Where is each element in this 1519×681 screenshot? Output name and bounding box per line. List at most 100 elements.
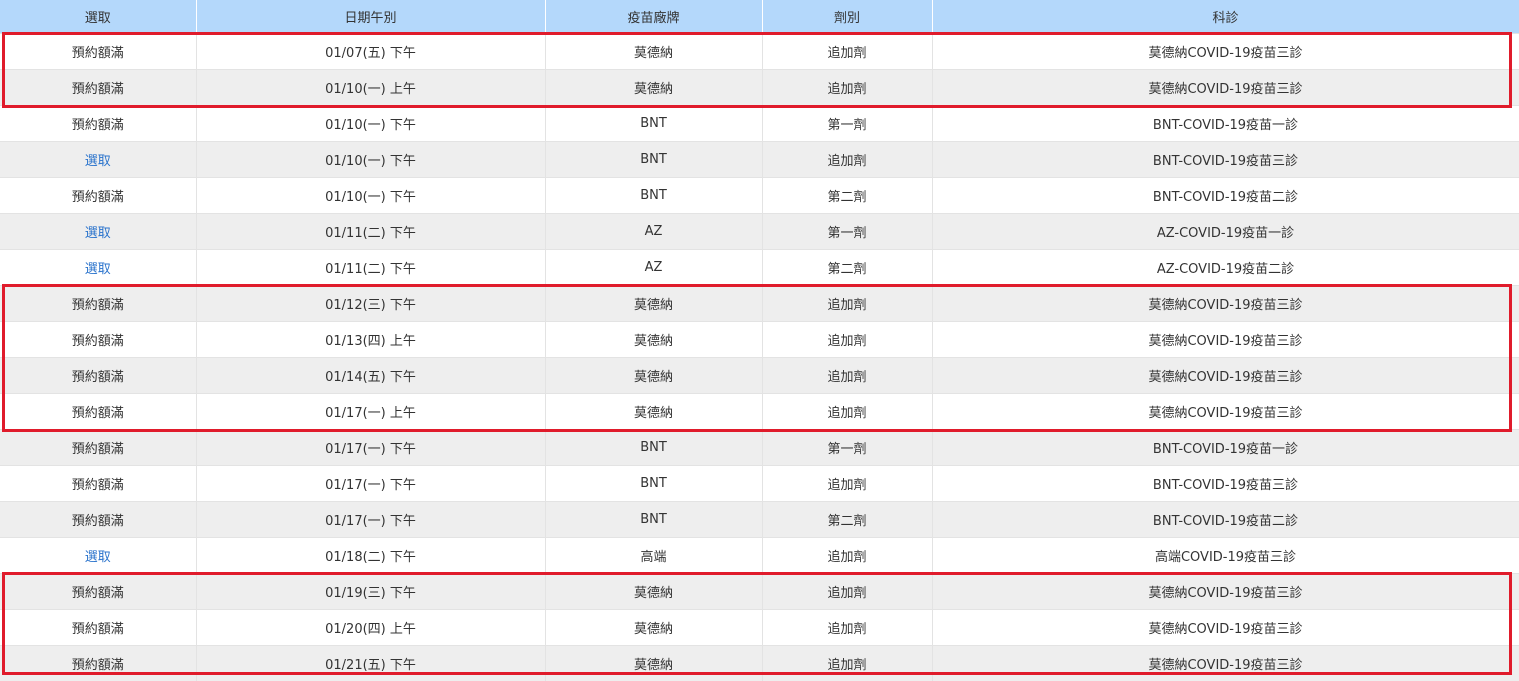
cell-date: 01/10(一) 下午 xyxy=(196,178,545,214)
table-row: 預約額滿01/07(五) 下午莫德納追加劑莫德納COVID-19疫苗三診 xyxy=(0,34,1519,70)
cell-dose: 追加劑 xyxy=(762,70,932,106)
cell-dose: 第一劑 xyxy=(762,214,932,250)
cell-select[interactable]: 選取 xyxy=(0,250,196,286)
cell-clinic: BNT-COVID-19疫苗一診 xyxy=(932,106,1519,142)
cell-select[interactable]: 選取 xyxy=(0,214,196,250)
table-body: 預約額滿01/07(五) 下午莫德納追加劑莫德納COVID-19疫苗三診預約額滿… xyxy=(0,34,1519,681)
cell-brand: 高端 xyxy=(545,538,762,574)
table-row: 選取01/11(二) 下午AZ第二劑AZ-COVID-19疫苗二診 xyxy=(0,250,1519,286)
table-header-row: 選取 日期午別 疫苗廠牌 劑別 科診 xyxy=(0,0,1519,34)
cell-date: 01/20(四) 上午 xyxy=(196,610,545,646)
cell-select[interactable]: 選取 xyxy=(0,142,196,178)
cell-date: 01/07(五) 下午 xyxy=(196,34,545,70)
cell-dose: 追加劑 xyxy=(762,466,932,502)
select-link[interactable]: 選取 xyxy=(85,226,111,241)
cell-brand: 莫德納 xyxy=(545,610,762,646)
fully-booked-label: 預約額滿 xyxy=(72,190,124,205)
cell-select: 預約額滿 xyxy=(0,430,196,466)
cell-select: 預約額滿 xyxy=(0,286,196,322)
cell-select: 預約額滿 xyxy=(0,466,196,502)
header-date: 日期午別 xyxy=(196,0,545,34)
select-link[interactable]: 選取 xyxy=(85,550,111,565)
cell-clinic: 莫德納COVID-19疫苗三診 xyxy=(932,646,1519,681)
cell-dose: 追加劑 xyxy=(762,610,932,646)
cell-clinic: 莫德納COVID-19疫苗三診 xyxy=(932,610,1519,646)
cell-brand: 莫德納 xyxy=(545,34,762,70)
table-row: 預約額滿01/10(一) 下午BNT第二劑BNT-COVID-19疫苗二診 xyxy=(0,178,1519,214)
cell-brand: 莫德納 xyxy=(545,70,762,106)
fully-booked-label: 預約額滿 xyxy=(72,370,124,385)
cell-dose: 追加劑 xyxy=(762,286,932,322)
cell-date: 01/11(二) 下午 xyxy=(196,250,545,286)
cell-brand: BNT xyxy=(545,142,762,178)
header-brand: 疫苗廠牌 xyxy=(545,0,762,34)
cell-clinic: 莫德納COVID-19疫苗三診 xyxy=(932,286,1519,322)
table-row: 預約額滿01/17(一) 上午莫德納追加劑莫德納COVID-19疫苗三診 xyxy=(0,394,1519,430)
cell-clinic: BNT-COVID-19疫苗三診 xyxy=(932,142,1519,178)
table-row: 預約額滿01/10(一) 下午BNT第一劑BNT-COVID-19疫苗一診 xyxy=(0,106,1519,142)
cell-brand: 莫德納 xyxy=(545,286,762,322)
cell-date: 01/11(二) 下午 xyxy=(196,214,545,250)
cell-dose: 追加劑 xyxy=(762,394,932,430)
fully-booked-label: 預約額滿 xyxy=(72,46,124,61)
cell-clinic: 莫德納COVID-19疫苗三診 xyxy=(932,574,1519,610)
fully-booked-label: 預約額滿 xyxy=(72,406,124,421)
table-row: 預約額滿01/17(一) 下午BNT第二劑BNT-COVID-19疫苗二診 xyxy=(0,502,1519,538)
cell-dose: 追加劑 xyxy=(762,538,932,574)
table-row: 預約額滿01/21(五) 下午莫德納追加劑莫德納COVID-19疫苗三診 xyxy=(0,646,1519,681)
select-link[interactable]: 選取 xyxy=(85,154,111,169)
header-dose: 劑別 xyxy=(762,0,932,34)
cell-dose: 追加劑 xyxy=(762,358,932,394)
header-clinic: 科診 xyxy=(932,0,1519,34)
cell-date: 01/10(一) 下午 xyxy=(196,142,545,178)
cell-select: 預約額滿 xyxy=(0,34,196,70)
cell-date: 01/10(一) 下午 xyxy=(196,106,545,142)
cell-select: 預約額滿 xyxy=(0,646,196,681)
cell-clinic: BNT-COVID-19疫苗二診 xyxy=(932,178,1519,214)
cell-clinic: 莫德納COVID-19疫苗三診 xyxy=(932,322,1519,358)
cell-brand: BNT xyxy=(545,466,762,502)
cell-brand: AZ xyxy=(545,250,762,286)
cell-select: 預約額滿 xyxy=(0,574,196,610)
fully-booked-label: 預約額滿 xyxy=(72,442,124,457)
cell-select[interactable]: 選取 xyxy=(0,538,196,574)
cell-brand: 莫德納 xyxy=(545,358,762,394)
cell-date: 01/13(四) 上午 xyxy=(196,322,545,358)
cell-date: 01/17(一) 下午 xyxy=(196,466,545,502)
cell-clinic: BNT-COVID-19疫苗二診 xyxy=(932,502,1519,538)
table-row: 預約額滿01/12(三) 下午莫德納追加劑莫德納COVID-19疫苗三診 xyxy=(0,286,1519,322)
table-row: 選取01/18(二) 下午高端追加劑高端COVID-19疫苗三診 xyxy=(0,538,1519,574)
cell-select: 預約額滿 xyxy=(0,394,196,430)
cell-date: 01/10(一) 上午 xyxy=(196,70,545,106)
fully-booked-label: 預約額滿 xyxy=(72,478,124,493)
cell-dose: 追加劑 xyxy=(762,34,932,70)
cell-select: 預約額滿 xyxy=(0,358,196,394)
cell-date: 01/21(五) 下午 xyxy=(196,646,545,681)
cell-brand: AZ xyxy=(545,214,762,250)
cell-brand: 莫德納 xyxy=(545,574,762,610)
cell-brand: BNT xyxy=(545,430,762,466)
cell-brand: BNT xyxy=(545,106,762,142)
cell-dose: 追加劑 xyxy=(762,646,932,681)
table-row: 選取 01/11(二) 下午AZ第一劑AZ-COVID-19疫苗一診 xyxy=(0,214,1519,250)
fully-booked-label: 預約額滿 xyxy=(72,514,124,529)
fully-booked-label: 預約額滿 xyxy=(72,586,124,601)
cell-clinic: AZ-COVID-19疫苗二診 xyxy=(932,250,1519,286)
table-row: 預約額滿01/14(五) 下午莫德納追加劑莫德納COVID-19疫苗三診 xyxy=(0,358,1519,394)
cell-clinic: 莫德納COVID-19疫苗三診 xyxy=(932,358,1519,394)
cell-select: 預約額滿 xyxy=(0,106,196,142)
cell-select: 預約額滿 xyxy=(0,322,196,358)
cell-clinic: AZ-COVID-19疫苗一診 xyxy=(932,214,1519,250)
cell-clinic: 莫德納COVID-19疫苗三診 xyxy=(932,394,1519,430)
cell-brand: BNT xyxy=(545,502,762,538)
cell-brand: 莫德納 xyxy=(545,394,762,430)
cell-date: 01/19(三) 下午 xyxy=(196,574,545,610)
cell-date: 01/17(一) 下午 xyxy=(196,430,545,466)
table-row: 預約額滿01/19(三) 下午莫德納追加劑莫德納COVID-19疫苗三診 xyxy=(0,574,1519,610)
cell-clinic: BNT-COVID-19疫苗一診 xyxy=(932,430,1519,466)
fully-booked-label: 預約額滿 xyxy=(72,82,124,97)
cell-dose: 第一劑 xyxy=(762,106,932,142)
select-link[interactable]: 選取 xyxy=(85,262,111,277)
cell-dose: 第二劑 xyxy=(762,502,932,538)
cell-dose: 追加劑 xyxy=(762,322,932,358)
